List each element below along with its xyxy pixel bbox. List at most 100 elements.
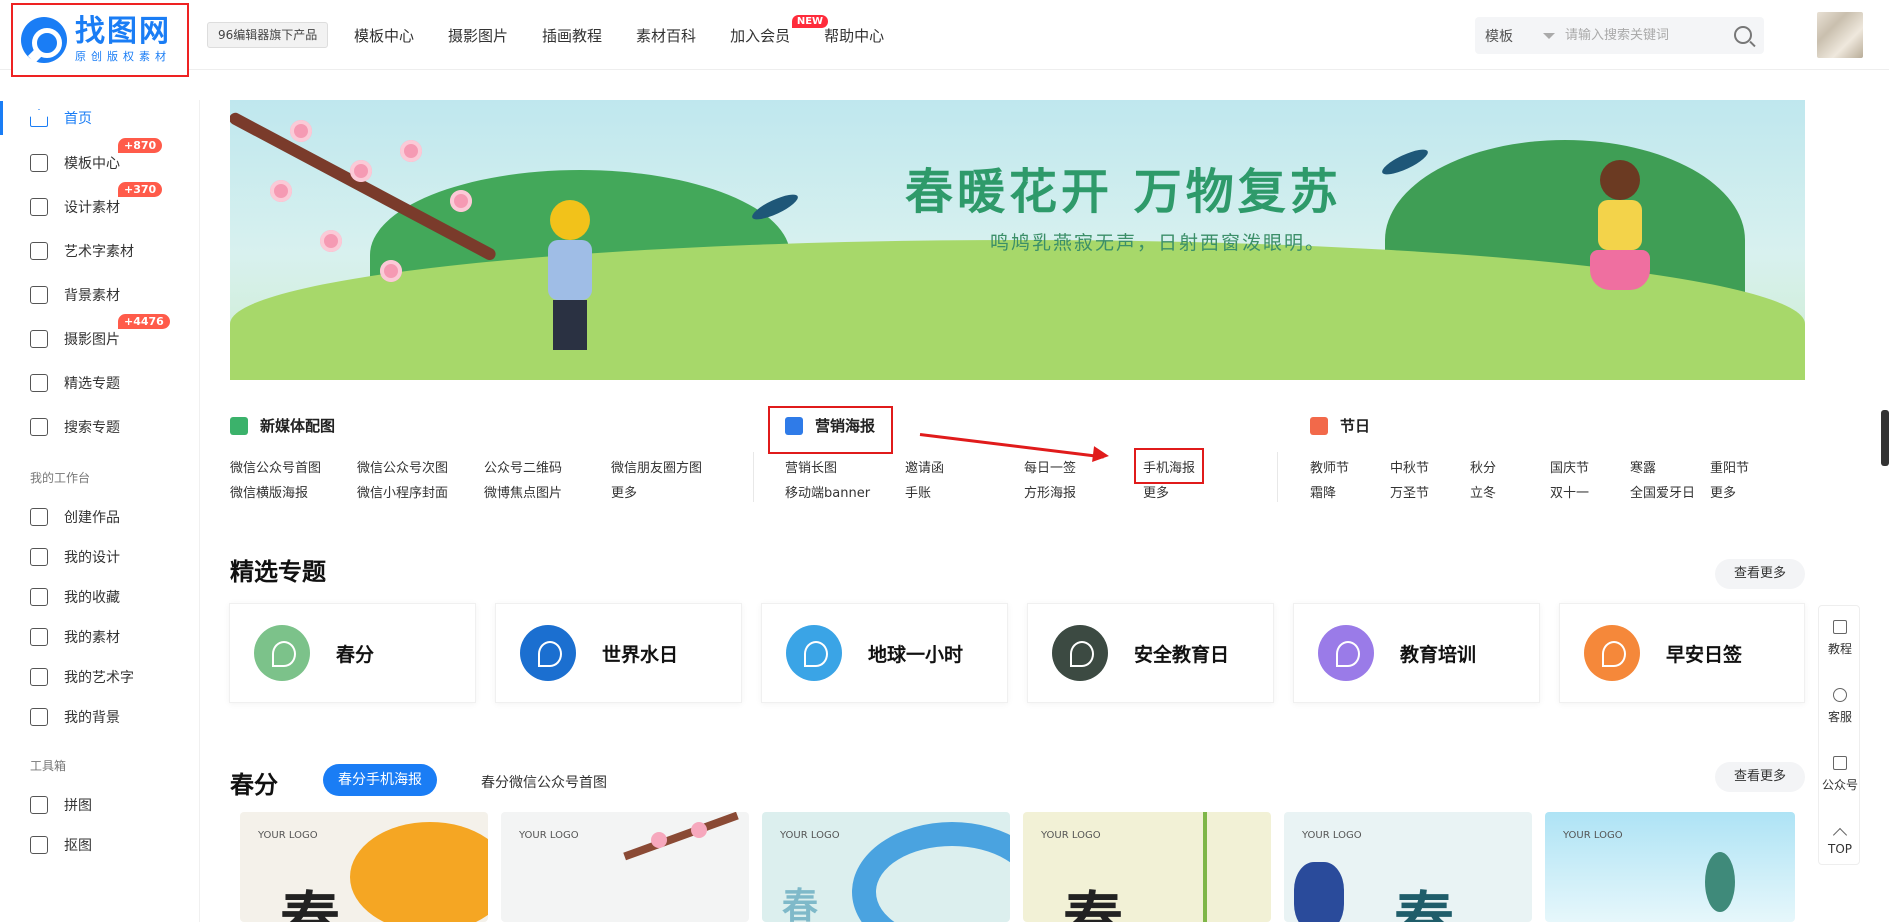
nav-photos[interactable]: 摄影图片 <box>448 25 508 46</box>
sidebar-item-design[interactable]: 设计素材 +370 <box>0 182 200 224</box>
sidebar-item-collage[interactable]: 拼图 <box>0 788 200 822</box>
category-link[interactable]: 邀请函 <box>905 457 944 476</box>
search-input[interactable] <box>1565 28 1725 43</box>
sidebar-item-templates[interactable]: 模板中心 +870 <box>0 138 200 180</box>
category-link[interactable]: 万圣节 <box>1390 482 1429 501</box>
category-more-link[interactable]: 更多 <box>1143 482 1169 501</box>
sidebar-item-home[interactable]: 首页 <box>0 101 200 135</box>
category-link[interactable]: 秋分 <box>1470 457 1496 476</box>
home-icon <box>30 109 48 127</box>
thumbnail-logo: YOUR LOGO <box>1302 830 1362 841</box>
category-link[interactable]: 营销长图 <box>785 457 837 476</box>
leaf-icon <box>254 625 310 681</box>
sidebar-item-my-designs[interactable]: 我的设计 <box>0 540 200 574</box>
category-link[interactable]: 移动端banner <box>785 482 870 501</box>
category-link[interactable]: 教师节 <box>1310 457 1349 476</box>
category-link[interactable]: 寒露 <box>1630 457 1656 476</box>
category-link[interactable]: 双十一 <box>1550 482 1589 501</box>
wechat-button[interactable]: 公众号 <box>1819 756 1861 793</box>
tutorial-button[interactable]: 教程 <box>1819 620 1861 657</box>
category-link[interactable]: 全国爱牙日 <box>1630 482 1695 501</box>
sidebar-item-my-fonts[interactable]: 我的艺术字 <box>0 660 200 694</box>
search-type-label: 模板 <box>1485 28 1513 45</box>
tool-label: TOP <box>1827 842 1852 856</box>
product-tag[interactable]: 96编辑器旗下产品 <box>207 22 329 48</box>
book-icon <box>230 416 248 435</box>
sidebar-item-my-backgrounds[interactable]: 我的背景 <box>0 700 200 734</box>
sidebar-item-search-topics[interactable]: 搜索专题 <box>0 410 200 444</box>
divider <box>753 452 754 502</box>
topic-card[interactable]: 教育培训 <box>1293 603 1540 703</box>
category-link[interactable]: 方形海报 <box>1024 482 1076 501</box>
blossom <box>400 140 422 162</box>
topic-label: 世界水日 <box>602 643 679 666</box>
topic-icon <box>30 374 48 392</box>
category-link[interactable]: 微信横版海报 <box>230 482 308 501</box>
template-thumbnail[interactable]: YOUR LOGO <box>501 812 749 922</box>
category-link[interactable]: 重阳节 <box>1710 457 1749 476</box>
thumbnail-char: 春 <box>280 886 340 922</box>
category-festival: 节日 教师节 中秋节 秋分 国庆节 寒露 重阳节 霜降 万圣节 立冬 双十一 全… <box>1310 415 1749 501</box>
nav-membership[interactable]: 加入会员 NEW <box>730 15 829 46</box>
search-icon[interactable] <box>1734 26 1752 44</box>
nav-illustration[interactable]: 插画教程 <box>542 25 602 46</box>
template-thumbnail[interactable]: YOUR LOGO 春 <box>762 812 1010 922</box>
category-more-link[interactable]: 更多 <box>1710 482 1736 501</box>
back-to-top-button[interactable]: TOP <box>1819 826 1861 856</box>
featured-more-button[interactable]: 查看更多 <box>1715 559 1805 589</box>
search-type-select[interactable]: 模板 <box>1475 26 1565 46</box>
sidebar: 首页 模板中心 +870 设计素材 +370 艺术字素材 背景素材 摄影图片 +… <box>0 100 200 922</box>
tab-spring-wechat-header[interactable]: 春分微信公众号首图 <box>481 772 607 792</box>
category-link[interactable]: 微信朋友圈方图 <box>611 457 702 476</box>
tab-spring-phone-poster[interactable]: 春分手机海报 <box>323 764 437 796</box>
category-link[interactable]: 微博焦点图片 <box>484 482 562 501</box>
category-link[interactable]: 立冬 <box>1470 482 1496 501</box>
category-link[interactable]: 微信小程序封面 <box>357 482 448 501</box>
category-link[interactable]: 手账 <box>905 482 931 501</box>
divider <box>1277 452 1278 502</box>
sidebar-item-photos[interactable]: 摄影图片 +4476 <box>0 314 200 356</box>
logo-icon <box>21 17 67 63</box>
sidebar-item-favorites[interactable]: 我的收藏 <box>0 580 200 614</box>
sidebar-item-cutout[interactable]: 抠图 <box>0 828 200 862</box>
category-link[interactable]: 公众号二维码 <box>484 457 562 476</box>
template-thumbnail[interactable]: YOUR LOGO 春 <box>1284 812 1532 922</box>
category-festival-head: 节日 <box>1310 415 1370 436</box>
topic-card[interactable]: 安全教育日 <box>1027 603 1274 703</box>
category-link[interactable]: 微信公众号次图 <box>357 457 448 476</box>
template-thumbnail[interactable]: YOUR LOGO 春 <box>1023 812 1271 922</box>
search-topic-icon <box>30 418 48 436</box>
sidebar-item-fonts[interactable]: 艺术字素材 <box>0 234 200 268</box>
scrollbar-handle[interactable] <box>1881 410 1889 466</box>
thumbnail-art <box>651 832 667 848</box>
headset-icon <box>1833 688 1847 702</box>
sidebar-item-featured[interactable]: 精选专题 <box>0 366 200 400</box>
nav-templates[interactable]: 模板中心 <box>354 25 414 46</box>
topic-card[interactable]: 春分 <box>229 603 476 703</box>
category-link[interactable]: 每日一签 <box>1024 457 1076 476</box>
spring-more-button[interactable]: 查看更多 <box>1715 762 1805 792</box>
sidebar-item-backgrounds[interactable]: 背景素材 <box>0 278 200 312</box>
sidebar-item-create[interactable]: 创建作品 <box>0 500 200 534</box>
topic-card[interactable]: 早安日签 <box>1559 603 1805 703</box>
site-logo[interactable]: 找图网 原创版权素材 <box>11 3 189 77</box>
count-badge: +4476 <box>118 314 170 329</box>
category-link[interactable]: 霜降 <box>1310 482 1336 501</box>
category-link[interactable]: 中秋节 <box>1390 457 1429 476</box>
nav-help[interactable]: 帮助中心 <box>824 25 884 46</box>
avatar[interactable] <box>1817 12 1863 58</box>
topic-card[interactable]: 世界水日 <box>495 603 742 703</box>
template-thumbnail[interactable]: YOUR LOGO <box>1545 812 1795 922</box>
thumbnail-logo: YOUR LOGO <box>1041 830 1101 841</box>
sidebar-item-my-assets[interactable]: 我的素材 <box>0 620 200 654</box>
nav-encyclopedia[interactable]: 素材百科 <box>636 25 696 46</box>
category-link[interactable]: 微信公众号首图 <box>230 457 321 476</box>
category-more-link[interactable]: 更多 <box>611 482 637 501</box>
topic-card[interactable]: 地球一小时 <box>761 603 1008 703</box>
thumbnail-logo: YOUR LOGO <box>780 830 840 841</box>
template-thumbnail[interactable]: YOUR LOGO 春 <box>240 812 488 922</box>
category-link[interactable]: 国庆节 <box>1550 457 1589 476</box>
hero-banner[interactable]: 春暖花开 万物复苏 鸣鸠乳燕寂无声，日射西窗泼眼明。 <box>230 100 1805 380</box>
graduation-cap-icon <box>1318 625 1374 681</box>
support-button[interactable]: 客服 <box>1819 688 1861 725</box>
